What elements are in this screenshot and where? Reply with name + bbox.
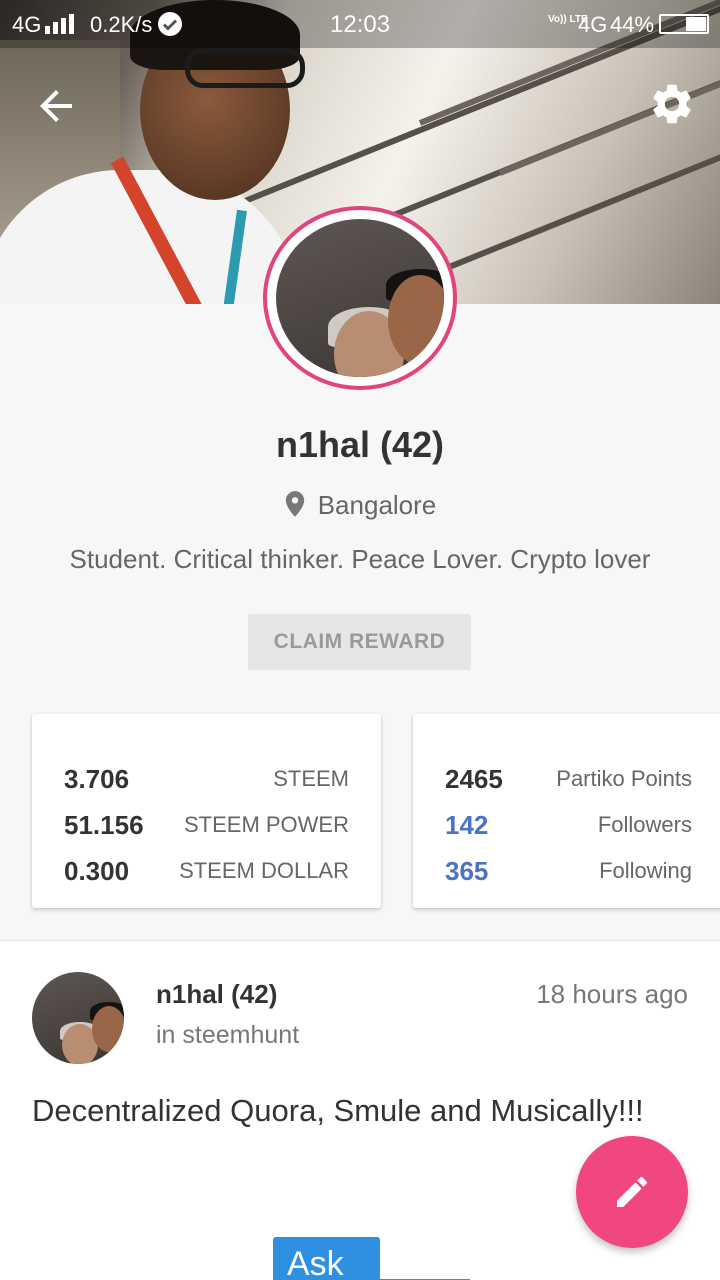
post-community[interactable]: in steemhunt [156,1021,299,1050]
steem-dollar-value: 0.300 [64,856,130,886]
wallet-card[interactable]: 3.706 STEEM 51.156 STEEM POWER 0.300 STE… [32,714,381,908]
followers-label[interactable]: Followers [598,812,692,838]
post-timestamp: 18 hours ago [536,979,688,1009]
claim-reward-button[interactable]: CLAIM REWARD [248,614,471,670]
social-row-points: 2465 Partiko Points [413,758,720,798]
following-count[interactable]: 365 [445,856,488,887]
location-text: Bangalore [317,490,437,520]
signal-icon [45,14,74,34]
profile-location: Bangalore [0,490,720,525]
status-bar: 4G 0.2K/s 12:03 Vo)) LTE 4G 44% [0,0,720,48]
network-type: 4G [12,12,42,37]
social-card: 2465 Partiko Points 142 Followers 365 Fo… [413,714,720,908]
profile-name: n1hal (42) [275,424,445,465]
profile-bio: Student. Critical thinker. Peace Lover. … [69,544,651,574]
pencil-icon [617,1176,648,1207]
social-row-followers[interactable]: 142 Followers [413,804,720,844]
avatar [276,219,444,377]
steem-power-value: 51.156 [64,810,144,840]
post-author[interactable]: n1hal (42) [156,979,277,1010]
followers-count[interactable]: 142 [445,810,488,841]
post-thumbnail[interactable]: Ask [273,1237,380,1280]
steem-dollar-label: STEEM DOLLAR [179,858,349,883]
check-circle-icon [158,12,182,36]
partiko-points-label: Partiko Points [556,766,692,791]
post-author-avatar[interactable] [32,972,124,1064]
back-button[interactable] [32,82,80,130]
compose-fab-button[interactable] [576,1136,688,1248]
gear-icon [653,84,691,124]
wallet-row-steem-power: 51.156 STEEM POWER [32,804,381,844]
profile-avatar[interactable] [263,206,457,390]
battery-icon [659,14,709,34]
wallet-row-steem-dollar: 0.300 STEEM DOLLAR [32,850,381,890]
steem-label: STEEM [273,766,349,791]
arrow-back-icon [40,90,72,122]
following-label[interactable]: Following [599,858,692,884]
post-title[interactable]: Decentralized Quora, Smule and Musically… [32,1093,644,1129]
settings-button[interactable] [648,80,696,128]
location-pin-icon [284,490,306,525]
battery-percent: 44% [610,12,655,37]
wallet-row-steem: 3.706 STEEM [32,758,381,798]
network-speed: 0.2K/s [90,12,153,37]
clock: 12:03 [330,11,391,38]
steem-power-label: STEEM POWER [183,812,349,837]
steem-value: 3.706 [64,764,130,794]
social-row-following[interactable]: 365 Following [413,850,720,890]
data-type: 4G [578,12,608,37]
partiko-points-value: 2465 [445,764,503,794]
thumbnail-text: Ask [287,1245,344,1280]
